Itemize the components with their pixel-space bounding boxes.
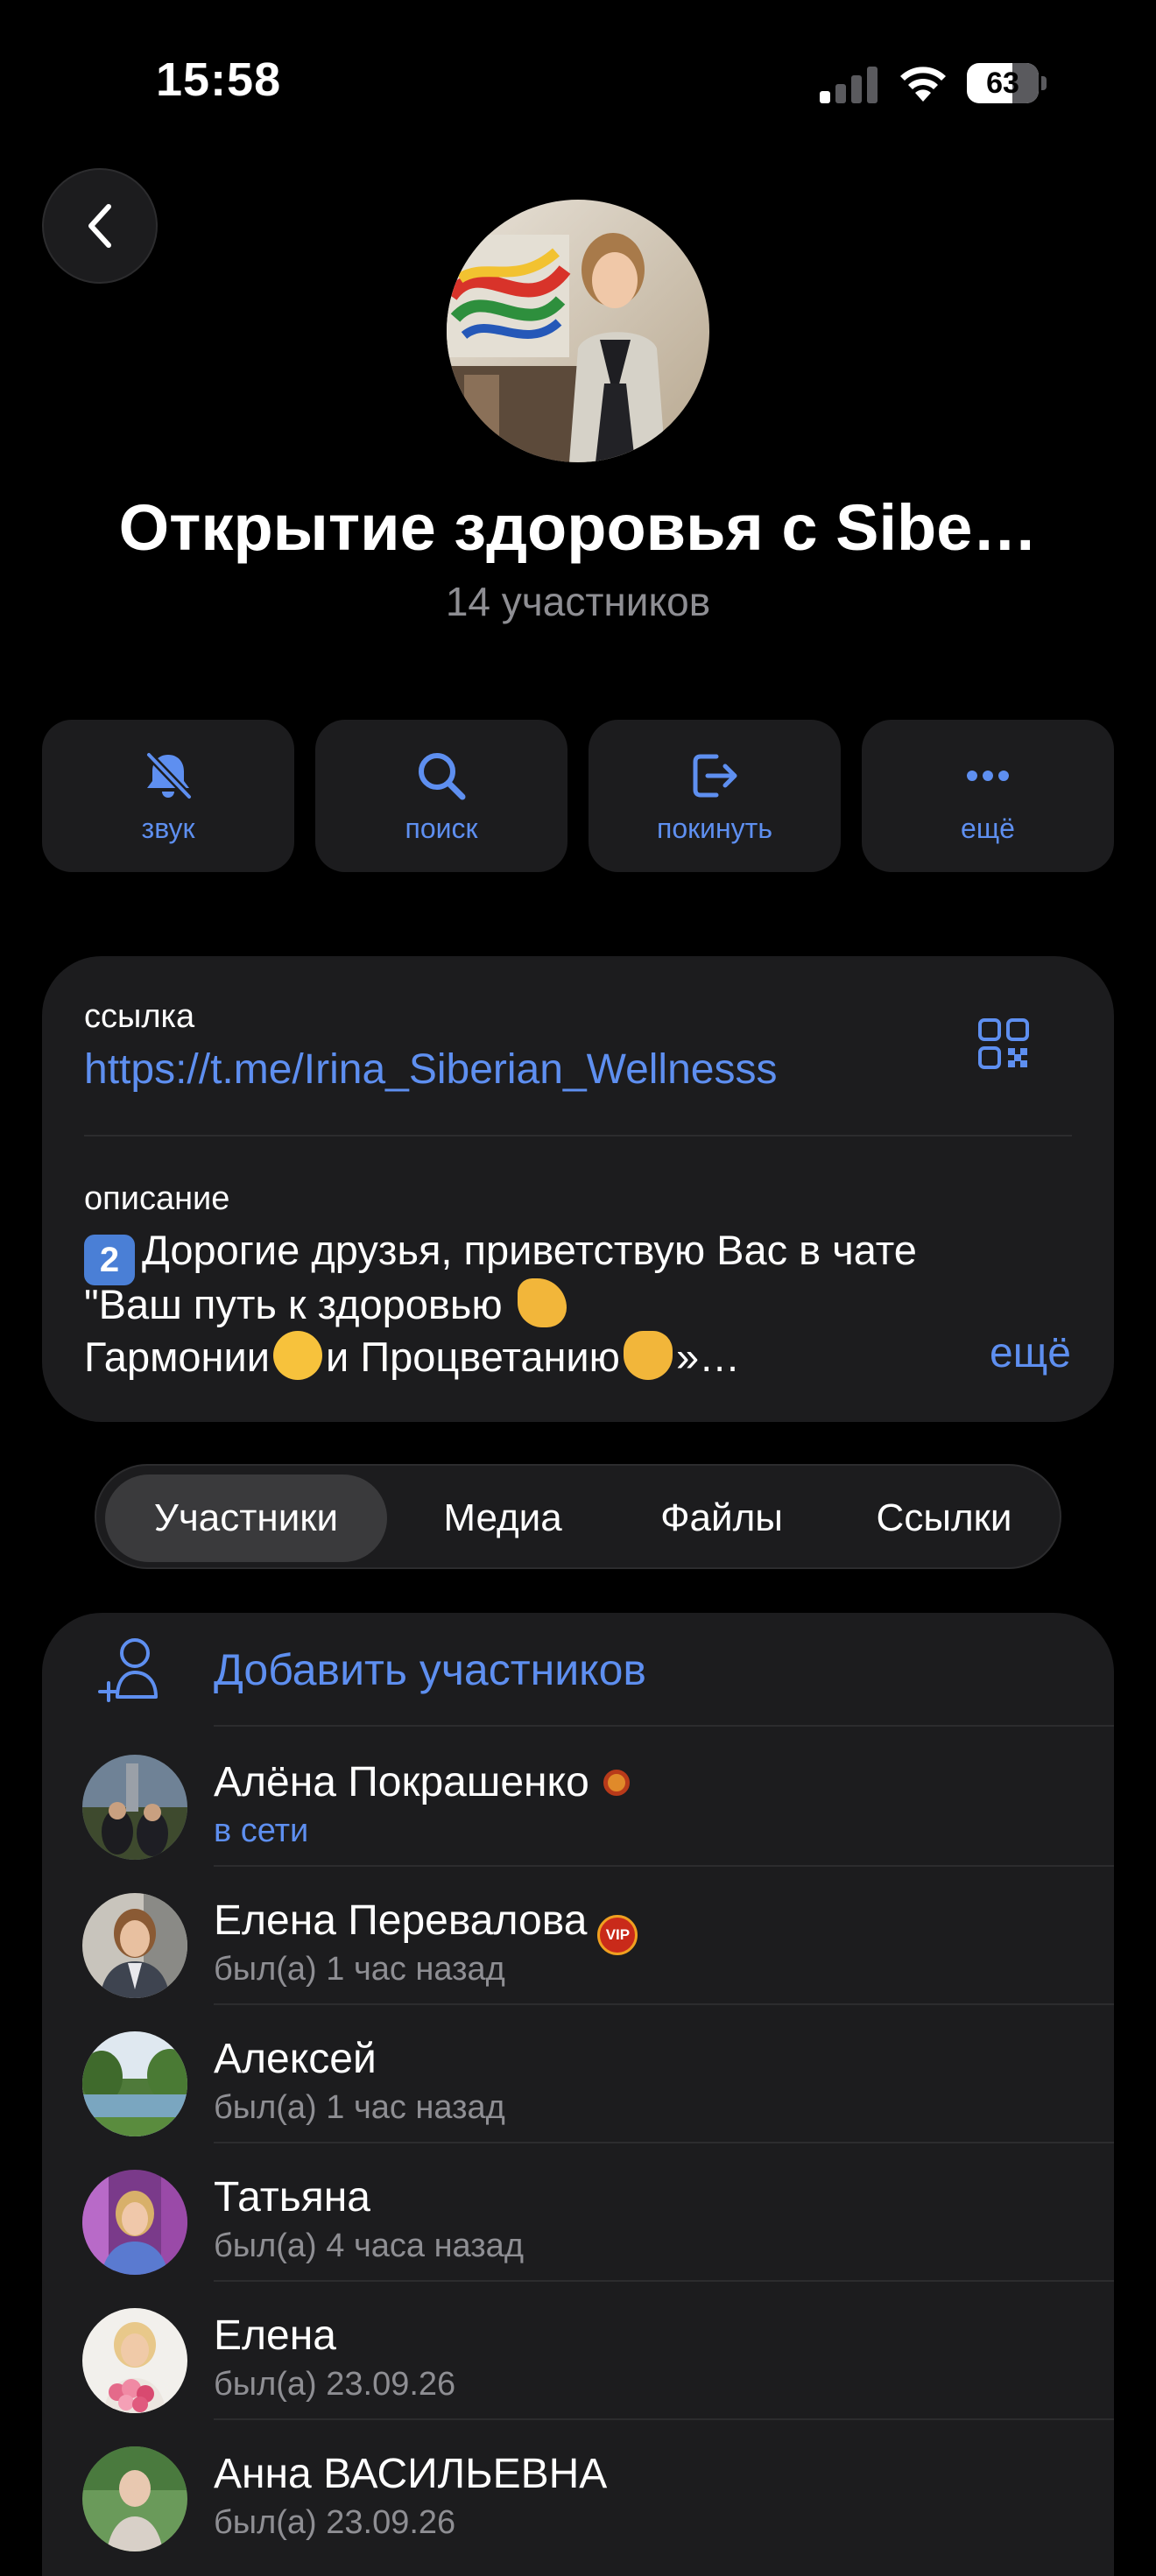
member-status: был(а) 1 час назад bbox=[214, 2089, 505, 2126]
row-divider bbox=[214, 1725, 1114, 1727]
cellular-signal-icon bbox=[820, 67, 879, 103]
link-label: ссылка bbox=[84, 998, 195, 1035]
member-name: Алёна Покрашенко bbox=[214, 1758, 630, 1806]
member-row[interactable]: Алексей был(а) 1 час назад bbox=[42, 2017, 1114, 2156]
content-tabs: Участники Медиа Файлы Ссылки bbox=[95, 1464, 1061, 1569]
search-button[interactable]: поиск bbox=[315, 720, 567, 872]
row-divider bbox=[214, 2418, 1114, 2420]
mute-button[interactable]: звук bbox=[42, 720, 294, 872]
bell-slash-icon bbox=[137, 744, 200, 807]
battery-icon: 63 bbox=[967, 63, 1047, 103]
leave-button[interactable]: покинуть bbox=[589, 720, 841, 872]
more-button[interactable]: ещё bbox=[862, 720, 1114, 872]
add-user-icon bbox=[98, 1638, 158, 1702]
avatar bbox=[82, 2031, 187, 2136]
avatar bbox=[82, 2308, 187, 2413]
member-status: был(а) 23.09.26 bbox=[214, 2504, 456, 2541]
member-name: Елена Перевалова VIP bbox=[214, 1897, 638, 1955]
qr-code-icon[interactable] bbox=[977, 1017, 1030, 1070]
avatar bbox=[82, 1755, 187, 1860]
status-bar: 15:58 63 bbox=[0, 0, 1156, 166]
row-divider bbox=[214, 2280, 1114, 2282]
more-label: ещё bbox=[961, 813, 1015, 844]
members-count: 14 участников bbox=[445, 579, 711, 624]
leave-label: покинуть bbox=[657, 813, 772, 844]
avatar bbox=[82, 2170, 187, 2275]
wifi-icon bbox=[897, 61, 949, 103]
group-avatar[interactable] bbox=[447, 200, 709, 462]
battery-percent: 63 bbox=[986, 67, 1019, 100]
member-status: в сети bbox=[214, 1812, 309, 1849]
tab-media[interactable]: Медиа bbox=[396, 1475, 610, 1562]
leave-icon bbox=[683, 744, 746, 807]
tab-members[interactable]: Участники bbox=[105, 1475, 387, 1562]
search-label: поиск bbox=[405, 813, 478, 844]
description-text-2: "Ваш путь к здоровью bbox=[84, 1281, 503, 1327]
member-row[interactable]: Анна ВАСИЛЬЕВНА был(а) 23.09.26 bbox=[42, 2432, 1114, 2571]
chevron-left-icon bbox=[88, 204, 111, 248]
status-time: 15:58 bbox=[156, 53, 282, 106]
avatar bbox=[82, 1893, 187, 1998]
group-title: Открытие здоровья с Sibe… bbox=[118, 491, 1038, 564]
description-text-3a: Гармонии bbox=[84, 1334, 271, 1380]
add-members-button[interactable]: Добавить участников bbox=[42, 1613, 1114, 1727]
description-text-1: Дорогие друзья, приветствую Вас в чате bbox=[142, 1227, 917, 1273]
heart-hands-emoji bbox=[623, 1331, 673, 1380]
row-divider bbox=[214, 2142, 1114, 2143]
description-line-3: Гармонии и Процветанию »… bbox=[84, 1331, 740, 1381]
mute-label: звук bbox=[141, 813, 195, 844]
member-name: Елена bbox=[214, 2312, 336, 2359]
vip-badge: VIP bbox=[597, 1915, 638, 1955]
invite-link[interactable]: https://t.me/Irina_Siberian_Wellnesss bbox=[84, 1045, 777, 1094]
member-row[interactable]: Алёна Покрашенко в сети bbox=[42, 1741, 1114, 1879]
tab-links[interactable]: Ссылки bbox=[834, 1475, 1054, 1562]
description-text-3c: »… bbox=[675, 1334, 741, 1380]
member-status: был(а) 1 час назад bbox=[214, 1951, 505, 1988]
description-line-2: "Ваш путь к здоровью bbox=[84, 1278, 570, 1328]
row-divider bbox=[214, 2003, 1114, 2005]
member-status: был(а) 4 часа назад bbox=[214, 2228, 524, 2264]
search-icon bbox=[410, 744, 473, 807]
hugging-face-emoji bbox=[273, 1331, 323, 1380]
avatar bbox=[82, 2446, 187, 2551]
back-button[interactable] bbox=[42, 168, 158, 284]
member-name: Татьяна bbox=[214, 2174, 370, 2221]
info-divider bbox=[84, 1135, 1072, 1137]
member-name: Алексей bbox=[214, 2036, 377, 2082]
member-name: Анна ВАСИЛЬЕВНА bbox=[214, 2451, 608, 2497]
add-members-label: Добавить участников bbox=[214, 1645, 646, 1694]
row-divider bbox=[214, 1865, 1114, 1867]
member-row[interactable]: Елена Перевалова VIP был(а) 1 час назад bbox=[42, 1879, 1114, 2017]
tab-files[interactable]: Файлы bbox=[618, 1475, 825, 1562]
members-list: Добавить участников Алёна Покрашенко в с… bbox=[42, 1613, 1114, 2576]
member-status: был(а) 23.09.26 bbox=[214, 2366, 456, 2403]
flexed-biceps-emoji bbox=[517, 1278, 567, 1327]
member-row[interactable]: Татьяна был(а) 4 часа назад bbox=[42, 2156, 1114, 2294]
description-label: описание bbox=[84, 1180, 230, 1217]
more-icon bbox=[956, 744, 1019, 807]
action-bar: звук поиск покинуть ещё bbox=[42, 720, 1114, 872]
description-line-1: 2 Дорогие друзья, приветствую Вас в чате bbox=[84, 1226, 917, 1285]
member-row[interactable]: Елена был(а) 23.09.26 bbox=[42, 2294, 1114, 2432]
custom-status-icon bbox=[603, 1770, 630, 1796]
description-more-link[interactable]: ещё bbox=[990, 1329, 1071, 1377]
description-text-3b: и Процветанию bbox=[326, 1334, 620, 1380]
